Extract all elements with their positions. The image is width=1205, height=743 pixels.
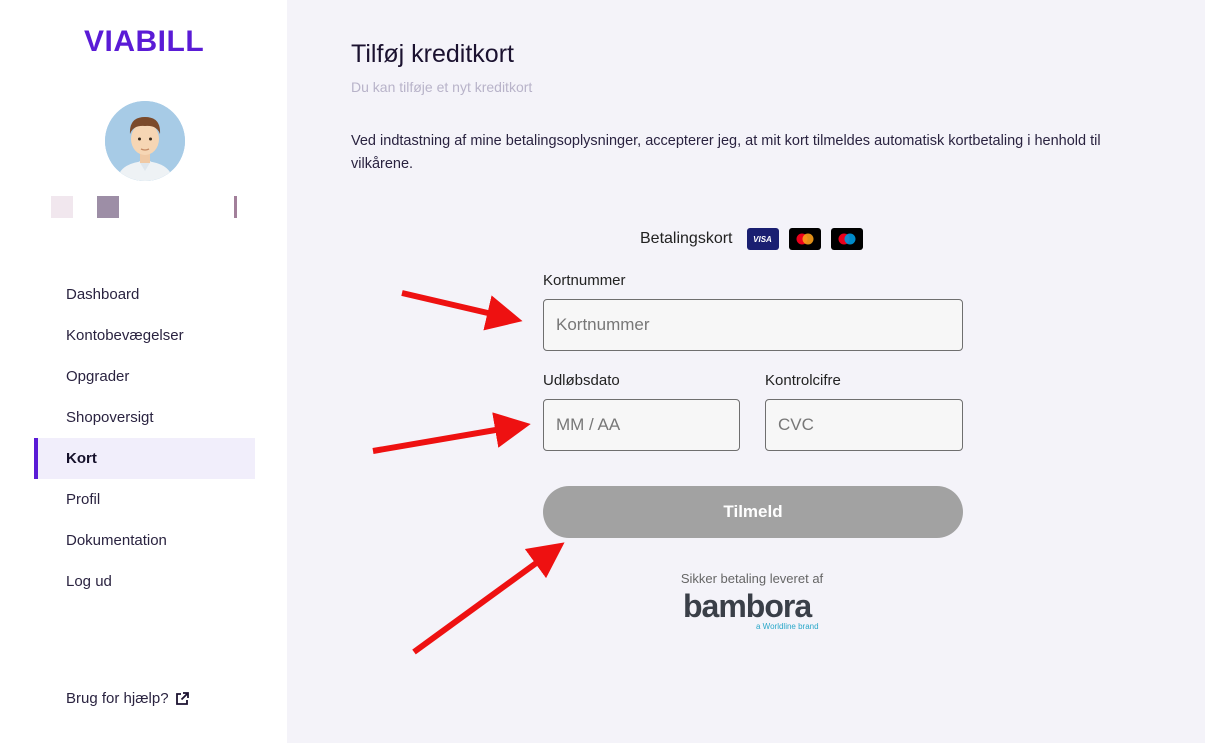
expiry-input[interactable] (543, 399, 740, 451)
main-content: Tilføj kreditkort Du kan tilføje et nyt … (287, 0, 1205, 743)
maestro-logo-icon (830, 228, 863, 250)
sidebar: VIABILL Dashboard Kontobevægelser Opgrad… (0, 0, 287, 743)
bambora-logo: bambora (683, 588, 812, 624)
svg-text:VIABILL: VIABILL (84, 25, 204, 56)
page-subtitle: Du kan tilføje et nyt kreditkort (351, 79, 533, 95)
secure-payment-text: Sikker betaling leveret af (680, 571, 824, 586)
sidebar-item-dokumentation[interactable]: Dokumentation (34, 520, 255, 561)
visa-logo-icon: VISA (746, 228, 779, 250)
card-type-row: Betalingskort VISA (640, 228, 863, 250)
help-link[interactable]: Brug for hjælp? (66, 690, 189, 707)
sidebar-item-kontobevaegelser[interactable]: Kontobevægelser (34, 315, 255, 356)
page-title: Tilføj kreditkort (351, 40, 514, 68)
terms-text: Ved indtastning af mine betalingsoplysni… (351, 133, 1101, 172)
sidebar-item-profil[interactable]: Profil (34, 479, 255, 520)
external-link-icon (175, 691, 189, 705)
mastercard-logo-icon (788, 228, 821, 250)
sidebar-item-opgrader[interactable]: Opgrader (34, 356, 255, 397)
redacted-user-name (234, 196, 237, 218)
redacted-user-name (97, 196, 119, 218)
submit-button[interactable]: Tilmeld (543, 486, 963, 538)
sidebar-item-dashboard[interactable]: Dashboard (34, 274, 255, 315)
cvc-input[interactable] (765, 399, 963, 451)
sidebar-nav: Dashboard Kontobevægelser Opgrader Shopo… (34, 274, 255, 602)
expiry-label: Udløbsdato (543, 372, 620, 389)
sidebar-item-log-ud[interactable]: Log ud (34, 561, 255, 602)
bambora-tagline: a Worldline brand (756, 622, 819, 631)
card-section-label: Betalingskort (640, 230, 733, 247)
cvc-label: Kontrolcifre (765, 372, 841, 389)
redacted-user-name (51, 196, 73, 218)
viabill-logo[interactable]: VIABILL (84, 24, 208, 56)
card-number-label: Kortnummer (543, 272, 626, 289)
help-link-label: Brug for hjælp? (66, 690, 169, 707)
card-number-input[interactable] (543, 299, 963, 351)
avatar[interactable] (105, 101, 185, 181)
user-avatar-icon (105, 101, 185, 181)
sidebar-item-kort[interactable]: Kort (34, 438, 255, 479)
sidebar-item-shopoversigt[interactable]: Shopoversigt (34, 397, 255, 438)
